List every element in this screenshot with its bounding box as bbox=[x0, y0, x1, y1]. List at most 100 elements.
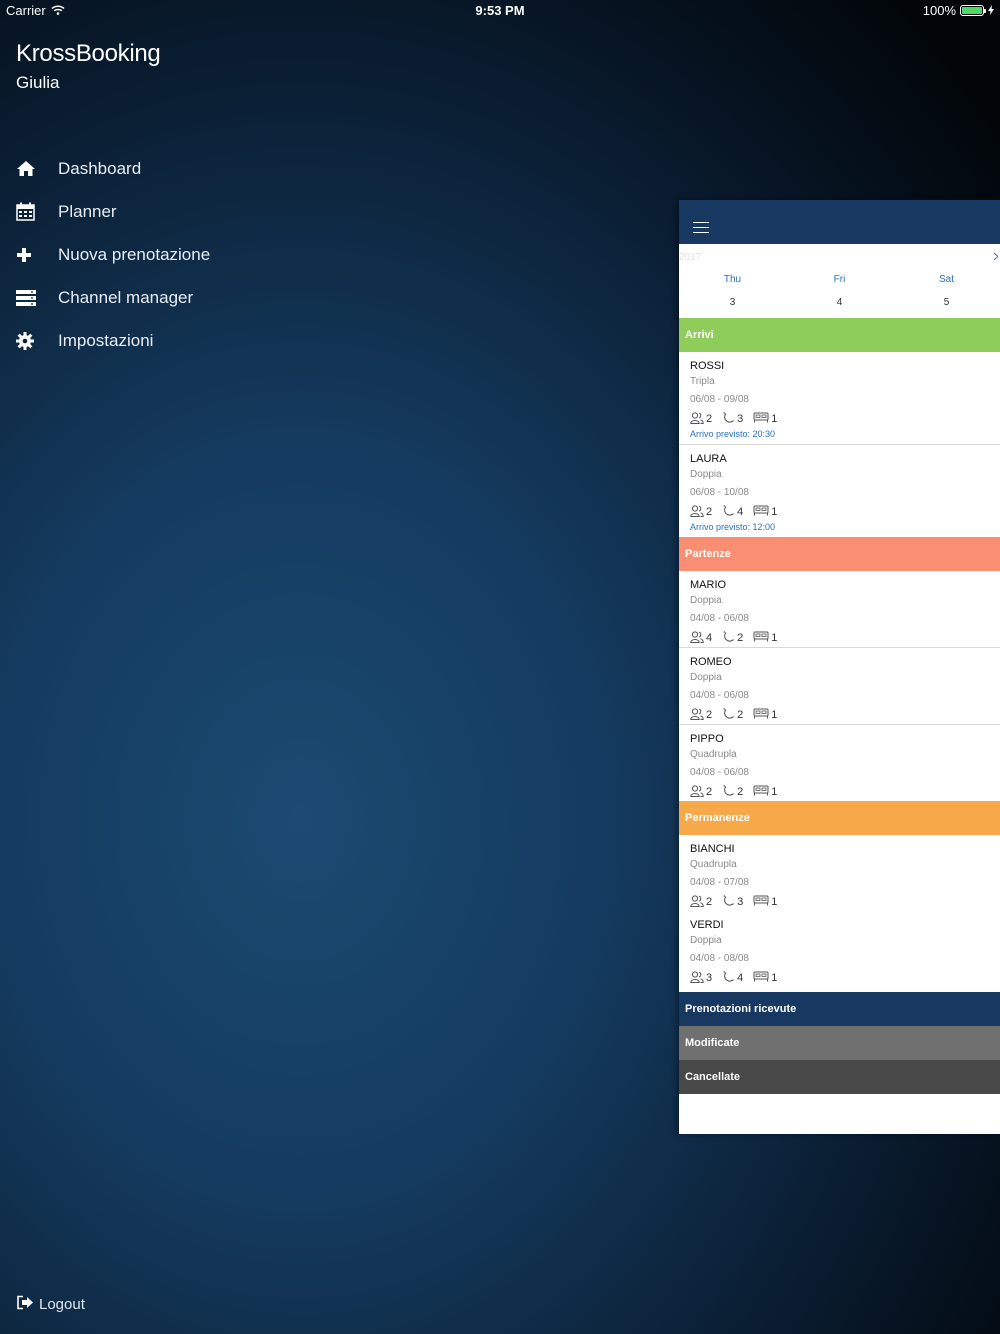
menu-item-impostazioni[interactable]: Impostazioni bbox=[0, 319, 300, 362]
guests-count: 2 bbox=[706, 413, 713, 425]
app-title: KrossBooking bbox=[16, 40, 161, 67]
year-label: 2017 bbox=[679, 252, 702, 263]
logout-label: Logout bbox=[39, 1296, 85, 1313]
rooms-count: 1 bbox=[771, 413, 778, 425]
booking-name: ROMEO bbox=[690, 656, 732, 668]
booking-stats: 2 2 1 bbox=[690, 783, 1000, 801]
rooms-count: 1 bbox=[771, 709, 778, 721]
section-permanenze[interactable]: Permanenze bbox=[679, 801, 1000, 835]
booking-item[interactable]: PIPPO Quadrupla 04/08 - 06/08 2 2 1 bbox=[679, 725, 1000, 801]
rooms-count: 1 bbox=[771, 786, 778, 798]
section-prenotazioni-ricevute[interactable]: Prenotazioni ricevute bbox=[679, 992, 1000, 1026]
guests-count: 3 bbox=[706, 972, 713, 984]
day-strip: Thu 3 Fri 4 Sat 5 bbox=[679, 264, 1000, 318]
day-name: Thu bbox=[723, 274, 742, 285]
logout-icon bbox=[16, 1295, 34, 1314]
next-arrow-icon[interactable] bbox=[993, 252, 999, 263]
booking-name: MARIO bbox=[690, 579, 727, 591]
section-cancellate[interactable]: Cancellate bbox=[679, 1060, 1000, 1094]
section-partenze[interactable]: Partenze bbox=[679, 537, 1000, 571]
guests-icon bbox=[690, 894, 706, 910]
battery-icon bbox=[960, 5, 986, 16]
nights-icon bbox=[722, 784, 737, 800]
booking-room: Doppia bbox=[690, 595, 722, 606]
dashboard-panel: 2017 Thu 3 Fri 4 Sat 5 Arrivi ROSSI Trip… bbox=[679, 200, 1000, 1134]
plus-icon bbox=[0, 247, 58, 263]
calendar-icon bbox=[0, 202, 58, 221]
booking-item[interactable]: VERDI Doppia 04/08 - 08/08 3 4 1 bbox=[679, 911, 1000, 992]
guests-icon bbox=[690, 411, 706, 427]
hamburger-menu-icon[interactable] bbox=[693, 222, 709, 237]
booking-room: Tripla bbox=[690, 376, 715, 387]
day-name: Fri bbox=[833, 274, 846, 285]
nights-count: 2 bbox=[737, 786, 744, 798]
section-arrivi[interactable]: Arrivi bbox=[679, 318, 1000, 352]
bed-icon bbox=[753, 895, 771, 909]
bed-icon bbox=[753, 971, 771, 985]
rooms-count: 1 bbox=[771, 972, 778, 984]
day-number: 3 bbox=[729, 297, 736, 308]
booking-item[interactable]: LAURA Doppia 06/08 - 10/08 2 4 1 Arrivo … bbox=[679, 445, 1000, 537]
nights-count: 3 bbox=[737, 413, 744, 425]
booking-name: BIANCHI bbox=[690, 843, 735, 855]
guests-icon bbox=[690, 504, 706, 520]
guests-icon bbox=[690, 630, 706, 646]
day-number: 5 bbox=[943, 297, 950, 308]
guests-count: 4 bbox=[706, 632, 713, 644]
booking-item[interactable]: ROMEO Doppia 04/08 - 06/08 2 2 1 bbox=[679, 648, 1000, 725]
status-bar: Carrier 9:53 PM 100% bbox=[0, 0, 1000, 22]
booking-item[interactable]: MARIO Doppia 04/08 - 06/08 4 2 1 bbox=[679, 571, 1000, 648]
booking-stats: 3 4 1 bbox=[690, 969, 1000, 987]
nights-icon bbox=[722, 411, 737, 427]
menu-label-dashboard: Dashboard bbox=[58, 158, 142, 178]
menu-item-dashboard[interactable]: Dashboard bbox=[0, 147, 300, 190]
logout-button[interactable]: Logout bbox=[16, 1295, 85, 1314]
booking-stats: 2 3 1 bbox=[690, 410, 1000, 428]
booking-item[interactable]: BIANCHI Quadrupla 04/08 - 07/08 2 3 1 bbox=[679, 835, 1000, 911]
user-name: Giulia bbox=[16, 73, 60, 92]
status-right: 100% bbox=[923, 3, 994, 18]
charging-icon bbox=[988, 3, 994, 18]
menu-item-channel-manager[interactable]: Channel manager bbox=[0, 276, 300, 319]
server-icon bbox=[0, 289, 58, 306]
guests-count: 2 bbox=[706, 896, 713, 908]
booking-stats: 2 4 1 bbox=[690, 503, 1000, 521]
booking-dates: 06/08 - 10/08 bbox=[690, 487, 749, 498]
day-cell[interactable]: Fri 4 bbox=[786, 264, 893, 318]
booking-name: LAURA bbox=[690, 453, 727, 465]
guests-icon bbox=[690, 707, 706, 723]
booking-name: ROSSI bbox=[690, 360, 725, 372]
guests-count: 2 bbox=[706, 506, 713, 518]
booking-eta: Arrivo previsto: 12:00 bbox=[690, 522, 776, 532]
nights-icon bbox=[722, 504, 737, 520]
gear-icon bbox=[0, 331, 58, 350]
bed-icon bbox=[753, 505, 771, 519]
booking-item[interactable]: ROSSI Tripla 06/08 - 09/08 2 3 1 Arrivo … bbox=[679, 352, 1000, 445]
nights-icon bbox=[722, 707, 737, 723]
bed-icon bbox=[753, 708, 771, 722]
menu-item-nuova-prenotazione[interactable]: Nuova prenotazione bbox=[0, 233, 300, 276]
bed-icon bbox=[753, 412, 771, 426]
bed-icon bbox=[753, 785, 771, 799]
panel-header bbox=[679, 200, 1000, 244]
year-row: 2017 bbox=[679, 244, 1000, 264]
guests-count: 2 bbox=[706, 709, 713, 721]
battery-percent: 100% bbox=[922, 3, 956, 18]
booking-room: Doppia bbox=[690, 469, 722, 480]
nights-count: 4 bbox=[737, 506, 744, 518]
section-modificate[interactable]: Modificate bbox=[679, 1026, 1000, 1060]
booking-stats: 2 2 1 bbox=[690, 706, 1000, 724]
day-cell[interactable]: Thu 3 bbox=[679, 264, 786, 318]
booking-name: VERDI bbox=[690, 919, 724, 931]
booking-dates: 04/08 - 06/08 bbox=[690, 767, 749, 778]
nights-count: 2 bbox=[737, 709, 744, 721]
booking-dates: 06/08 - 09/08 bbox=[690, 394, 749, 405]
booking-dates: 04/08 - 08/08 bbox=[690, 953, 749, 964]
rooms-count: 1 bbox=[771, 506, 778, 518]
booking-room: Quadrupla bbox=[690, 749, 737, 760]
day-cell[interactable]: Sat 5 bbox=[893, 264, 1000, 318]
nights-icon bbox=[722, 970, 737, 986]
rooms-count: 1 bbox=[771, 896, 778, 908]
nights-count: 3 bbox=[737, 896, 744, 908]
menu-item-planner[interactable]: Planner bbox=[0, 190, 300, 233]
